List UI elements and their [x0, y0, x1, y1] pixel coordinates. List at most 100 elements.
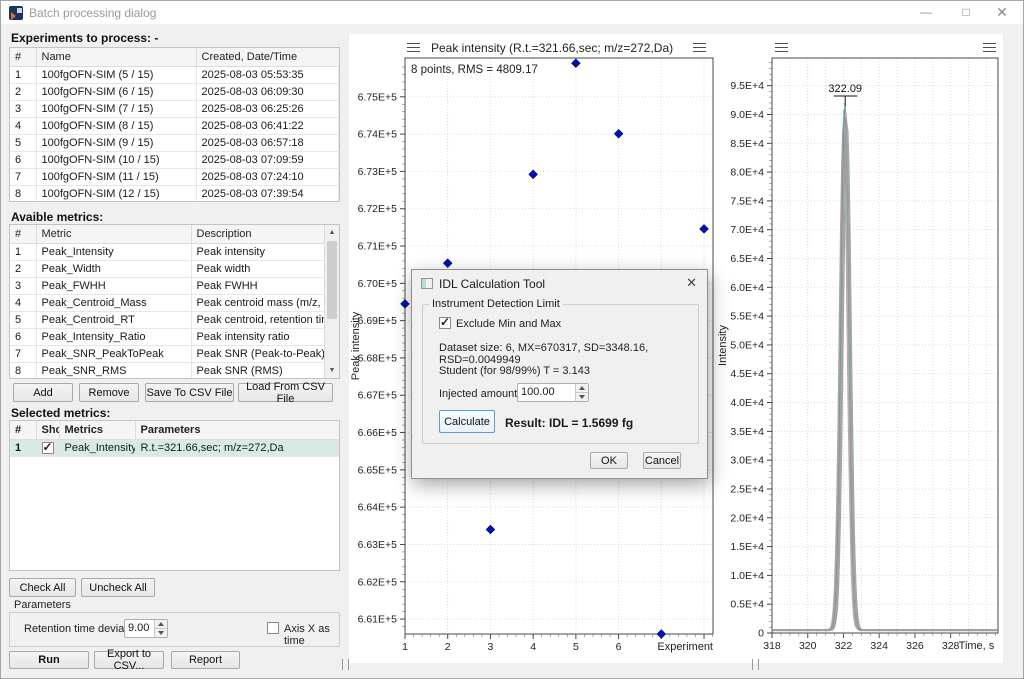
table-cell: Peak_SNR_PeakToPeak	[36, 345, 191, 362]
injected-amount-spinbox[interactable]: 100.00	[517, 383, 589, 402]
column-header[interactable]: Parameters	[135, 421, 339, 439]
chart-menu-icon[interactable]	[983, 43, 996, 52]
scroll-up-icon[interactable]: ▲	[325, 225, 339, 240]
table-row[interactable]: 3Peak_FWHHPeak FWHH	[10, 277, 339, 294]
table-row[interactable]: 8Peak_SNR_RMSPeak SNR (RMS)	[10, 362, 339, 379]
table-row[interactable]: 4Peak_Centroid_MassPeak centroid mass (m…	[10, 294, 339, 311]
chart-menu-icon[interactable]	[407, 43, 420, 52]
table-cell: 1	[10, 243, 36, 260]
table-cell: Peak width	[191, 260, 339, 277]
column-header[interactable]: Show	[36, 421, 59, 439]
data-point[interactable]	[700, 224, 709, 233]
table-cell: 7	[10, 168, 36, 185]
chart-menu-icon[interactable]	[693, 43, 706, 52]
column-header[interactable]: #	[10, 225, 36, 243]
selected-metrics-label: Selected metrics:	[11, 406, 110, 420]
data-point[interactable]	[443, 259, 452, 268]
uncheck-all-button[interactable]: Uncheck All	[81, 578, 155, 597]
ok-button[interactable]: OK	[590, 452, 628, 469]
table-row[interactable]: 2100fgOFN-SIM (6 / 15)2025-08-03 06:09:3…	[10, 83, 339, 100]
table-cell: 7	[10, 345, 36, 362]
close-button[interactable]: ✕	[985, 1, 1019, 24]
tick-label: 9.0E+4	[730, 109, 764, 121]
available-metrics-table[interactable]: #MetricDescription 1Peak_IntensityPeak i…	[9, 224, 340, 379]
show-metric-checkbox[interactable]	[42, 442, 54, 454]
table-row[interactable]: 6100fgOFN-SIM (10 / 15)2025-08-03 07:09:…	[10, 151, 339, 168]
remove-button[interactable]: Remove	[79, 383, 139, 402]
check-all-button[interactable]: Check All	[9, 578, 76, 597]
tick-label: 6.64E+5	[358, 502, 398, 514]
spin-up-icon[interactable]	[576, 384, 588, 393]
selected-metric-row[interactable]: 1Peak_IntensityR.t.=321.66,sec; m/z=272,…	[10, 439, 339, 456]
injected-amount-value[interactable]: 100.00	[518, 384, 575, 401]
spin-down-icon[interactable]	[155, 629, 167, 637]
calculate-button[interactable]: Calculate	[439, 410, 495, 433]
column-header[interactable]: Metric	[36, 225, 191, 243]
data-point[interactable]	[571, 59, 580, 68]
tick-label: 3.5E+4	[730, 426, 764, 438]
table-row[interactable]: 7Peak_SNR_PeakToPeakPeak SNR (Peak-to-Pe…	[10, 345, 339, 362]
table-row[interactable]: 1100fgOFN-SIM (5 / 15)2025-08-03 05:53:3…	[10, 66, 339, 83]
load-from-csv-button[interactable]: Load From CSV File	[238, 383, 333, 402]
table-row[interactable]: 4100fgOFN-SIM (8 / 15)2025-08-03 06:41:2…	[10, 117, 339, 134]
available-metrics-label: Avaible metrics:	[11, 210, 103, 224]
tick-label: 7.0E+4	[730, 224, 764, 236]
chromatogram-trace[interactable]	[772, 131, 997, 631]
column-header[interactable]: #	[10, 48, 36, 66]
table-row[interactable]: 5100fgOFN-SIM (9 / 15)2025-08-03 06:57:1…	[10, 134, 339, 151]
column-header[interactable]: Metrics	[59, 421, 135, 439]
export-to-csv-button[interactable]: Export to CSV...	[94, 651, 164, 669]
scroll-down-icon[interactable]: ▼	[325, 363, 339, 378]
add-button[interactable]: Add	[13, 383, 73, 402]
chromatogram-trace[interactable]	[772, 113, 997, 631]
table-cell: 2025-08-03 06:41:22	[196, 117, 339, 134]
column-header[interactable]: Name	[36, 48, 196, 66]
chromatogram-trace[interactable]	[772, 110, 997, 631]
data-point[interactable]	[657, 630, 666, 639]
chromatogram-trace[interactable]	[772, 122, 997, 631]
retention-deviation-spinbox[interactable]: 9.00	[124, 619, 168, 638]
table-row[interactable]: 2Peak_WidthPeak width	[10, 260, 339, 277]
run-button[interactable]: Run	[9, 651, 89, 669]
metrics-scrollbar[interactable]: ▲ ▼	[324, 225, 339, 378]
data-point[interactable]	[614, 129, 623, 138]
table-cell: 3	[10, 277, 36, 294]
report-button[interactable]: Report	[171, 651, 240, 669]
tick-label: 6.62E+5	[358, 576, 398, 588]
cancel-button[interactable]: Cancel	[643, 452, 681, 469]
selected-metrics-table[interactable]: #ShowMetricsParameters 1Peak_IntensityR.…	[9, 420, 340, 571]
minimize-button[interactable]: —	[909, 1, 943, 24]
axis-x-as-time-checkbox[interactable]	[267, 622, 279, 634]
exclude-min-max-checkbox[interactable]	[439, 317, 451, 329]
column-header[interactable]: Created, Date/Time	[196, 48, 339, 66]
table-row[interactable]: 7100fgOFN-SIM (11 / 15)2025-08-03 07:24:…	[10, 168, 339, 185]
chart-menu-icon[interactable]	[775, 43, 788, 52]
tick-label: 6.63E+5	[358, 539, 398, 551]
splitter-handle[interactable]	[342, 659, 349, 670]
column-header[interactable]: #	[10, 421, 36, 439]
data-point[interactable]	[486, 525, 495, 534]
table-row[interactable]: 3100fgOFN-SIM (7 / 15)2025-08-03 06:25:2…	[10, 100, 339, 117]
dialog-close-icon[interactable]: ✕	[686, 275, 697, 291]
data-point[interactable]	[401, 299, 410, 308]
table-row[interactable]: 8100fgOFN-SIM (12 / 15)2025-08-03 07:39:…	[10, 185, 339, 202]
scrollbar-thumb[interactable]	[327, 241, 337, 319]
splitter-handle[interactable]	[752, 659, 759, 670]
column-header[interactable]: Description	[191, 225, 339, 243]
retention-deviation-value[interactable]: 9.00	[125, 620, 154, 637]
tick-label: 3.0E+4	[730, 455, 764, 467]
spin-down-icon[interactable]	[576, 393, 588, 401]
table-row[interactable]: 1Peak_IntensityPeak intensity	[10, 243, 339, 260]
data-point[interactable]	[529, 170, 538, 179]
table-cell: Peak centroid, retention time (sec)	[191, 311, 339, 328]
table-row[interactable]: 6Peak_Intensity_RatioPeak intensity rati…	[10, 328, 339, 345]
maximize-button[interactable]: □	[949, 1, 983, 24]
chromatogram-trace[interactable]	[772, 132, 997, 631]
chromatogram-trace[interactable]	[772, 103, 997, 631]
table-cell: 2	[10, 83, 36, 100]
table-row[interactable]: 5Peak_Centroid_RTPeak centroid, retentio…	[10, 311, 339, 328]
chromatogram-plot[interactable]: 00.5E+41.0E+41.5E+42.0E+42.5E+43.0E+43.5…	[718, 56, 1003, 661]
save-to-csv-button[interactable]: Save To CSV File	[145, 383, 234, 402]
experiments-table[interactable]: #NameCreated, Date/Time 1100fgOFN-SIM (5…	[9, 47, 340, 202]
spin-up-icon[interactable]	[155, 620, 167, 629]
